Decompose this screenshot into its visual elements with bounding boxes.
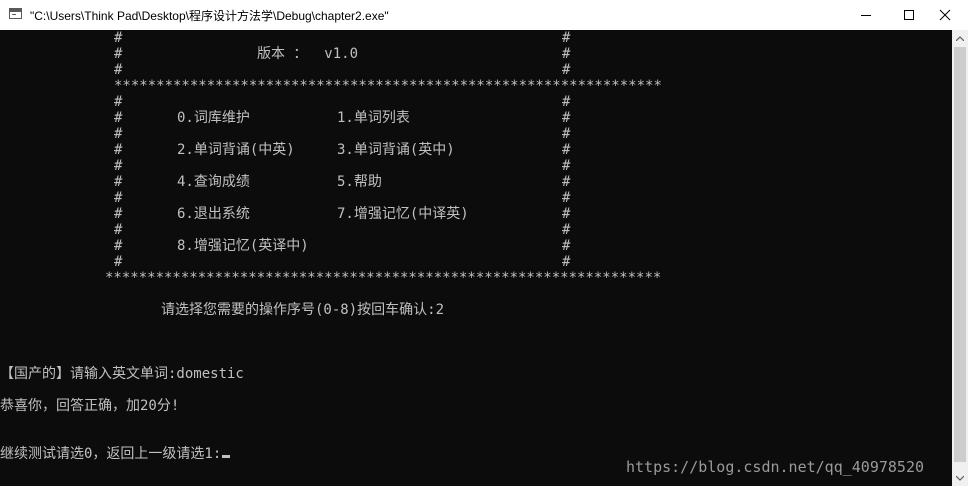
minimize-button[interactable] (843, 0, 889, 30)
border-row: ****************************************… (114, 78, 662, 94)
window-title: "C:\Users\Think Pad\Desktop\程序设计方法学\Debu… (30, 9, 389, 23)
menu-item-7: 7.增强记忆(中译英) (337, 206, 469, 222)
chevron-up-icon (956, 35, 964, 41)
frame-hash: # (562, 62, 571, 78)
frame-hash: # (562, 238, 571, 254)
menu-item-4: 4.查询成绩 (177, 174, 250, 190)
word-prompt: 【国产的】请输入英文单词:domestic (0, 366, 244, 382)
minimize-icon (861, 15, 871, 16)
title-bar[interactable]: "C:\Users\Think Pad\Desktop\程序设计方法学\Debu… (0, 0, 968, 31)
frame-hash: # (562, 190, 571, 206)
result-message: 恭喜你，回答正确，加20分! (0, 398, 180, 414)
menu-item-6: 6.退出系统 (177, 206, 250, 222)
frame-hash: # (562, 126, 571, 142)
scroll-up-button[interactable] (952, 30, 968, 46)
continue-prompt-text: 继续测试请选0，返回上一级请选1: (0, 446, 222, 462)
frame-hash: # (114, 206, 123, 222)
menu-item-5: 5.帮助 (337, 174, 382, 190)
frame-hash: # (562, 142, 571, 158)
console-window-icon (9, 8, 22, 19)
vertical-scrollbar[interactable] (952, 30, 968, 486)
frame-hash: # (114, 30, 123, 46)
frame-hash: # (114, 142, 123, 158)
menu-item-1: 1.单词列表 (337, 110, 410, 126)
frame-hash: # (114, 254, 123, 270)
frame-hash: # (562, 206, 571, 222)
frame-hash: # (562, 174, 571, 190)
frame-hash: # (114, 46, 123, 62)
version-label: 版本 ： v1.0 (257, 46, 359, 62)
close-button[interactable] (922, 0, 968, 30)
select-prompt: 请选择您需要的操作序号(0-8)按回车确认:2 (161, 302, 444, 318)
menu-item-3: 3.单词背诵(英中) (337, 142, 455, 158)
watermark-url: https://blog.csdn.net/qq_40978520 (626, 458, 925, 476)
scrollbar-thumb[interactable] (954, 47, 966, 462)
frame-hash: # (114, 110, 123, 126)
frame-hash: # (114, 222, 123, 238)
menu-item-0: 0.词库维护 (177, 110, 250, 126)
console-output[interactable]: # # # 版本 ： v1.0 # # # ******************… (0, 30, 952, 486)
text-cursor (222, 455, 231, 458)
frame-hash: # (562, 30, 571, 46)
scroll-down-button[interactable] (952, 470, 968, 486)
continue-prompt[interactable]: 继续测试请选0，返回上一级请选1: (0, 446, 231, 462)
frame-hash: # (114, 62, 123, 78)
close-icon (939, 9, 951, 21)
maximize-icon (904, 10, 914, 20)
frame-hash: # (562, 158, 571, 174)
frame-hash: # (114, 126, 123, 142)
frame-hash: # (562, 94, 571, 110)
frame-hash: # (114, 174, 123, 190)
frame-hash: # (562, 222, 571, 238)
chevron-down-icon (956, 475, 964, 481)
frame-hash: # (114, 158, 123, 174)
frame-hash: # (114, 238, 123, 254)
frame-hash: # (562, 254, 571, 270)
frame-hash: # (562, 110, 571, 126)
frame-hash: # (114, 94, 123, 110)
border-row-bottom: ****************************************… (105, 270, 662, 286)
frame-hash: # (562, 46, 571, 62)
frame-hash: # (114, 190, 123, 206)
menu-item-8: 8.增强记忆(英译中) (177, 238, 309, 254)
menu-item-2: 2.单词背诵(中英) (177, 142, 295, 158)
